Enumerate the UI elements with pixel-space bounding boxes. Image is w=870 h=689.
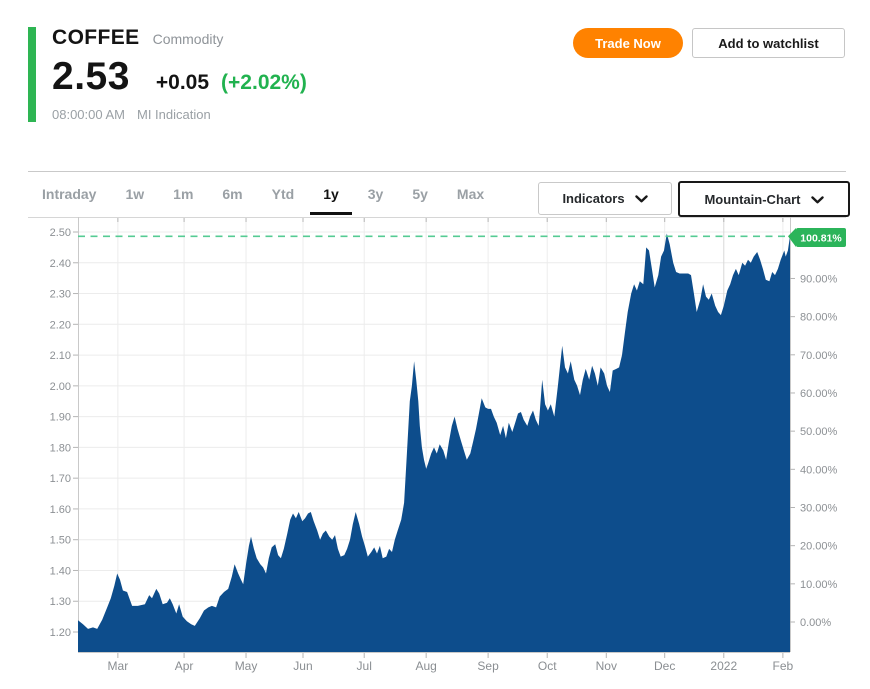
y-axis-right-label: 20.00% — [800, 541, 838, 553]
price-change-percent: (+2.02%) — [221, 71, 307, 95]
range-tab-5y[interactable]: 5y — [412, 186, 428, 202]
y-axis-left-label: 1.90 — [50, 412, 71, 424]
y-axis-right-label: 80.00% — [800, 312, 838, 324]
range-tab-ytd[interactable]: Ytd — [272, 186, 295, 202]
x-axis-label: Oct — [538, 659, 557, 673]
x-axis-label: Jul — [357, 659, 372, 673]
quote-header: COFFEE Commodity 2.53 +0.05 (+2.02%) 08:… — [52, 26, 307, 122]
y-axis-left-label: 1.60 — [50, 504, 71, 516]
x-axis-label: May — [235, 659, 258, 673]
y-axis-left-label: 2.40 — [50, 258, 71, 270]
y-axis-right-label: 60.00% — [800, 388, 838, 400]
chevron-down-icon — [635, 191, 648, 206]
y-axis-left-label: 1.20 — [50, 627, 71, 639]
indicators-dropdown-label: Indicators — [562, 191, 624, 206]
y-axis-right-label: 90.00% — [800, 273, 838, 285]
y-axis-left-label: 2.00 — [50, 381, 71, 393]
range-tab-1m[interactable]: 1m — [173, 186, 193, 202]
range-tab-1y[interactable]: 1y — [323, 186, 339, 202]
range-tab-6m[interactable]: 6m — [222, 186, 242, 202]
range-tab-max[interactable]: Max — [457, 186, 484, 202]
x-axis-label: Mar — [108, 659, 129, 673]
range-tabs: Intraday 1w 1m 6m Ytd 1y 3y 5y Max — [42, 181, 484, 207]
y-axis-left-label: 1.30 — [50, 596, 71, 608]
x-axis-label: Apr — [175, 659, 194, 673]
price-change: +0.05 — [156, 71, 209, 95]
y-axis-right-label: 10.00% — [800, 579, 838, 591]
y-axis-left-label: 2.20 — [50, 319, 71, 331]
indicators-dropdown[interactable]: Indicators — [538, 182, 672, 215]
y-axis-left-label: 1.40 — [50, 565, 71, 577]
accent-bar — [28, 27, 36, 122]
y-axis-right-label: 50.00% — [800, 426, 838, 438]
x-axis-label: Aug — [415, 659, 436, 673]
x-axis-label: Dec — [654, 659, 675, 673]
range-tab-1w[interactable]: 1w — [125, 186, 144, 202]
y-axis-right-label: 0.00% — [800, 617, 831, 629]
x-axis-label: Sep — [477, 659, 499, 673]
y-axis-left-label: 1.70 — [50, 473, 71, 485]
y-axis-right-label: 30.00% — [800, 502, 838, 514]
x-axis-label: Nov — [596, 659, 617, 673]
y-axis-left-label: 1.50 — [50, 535, 71, 547]
trade-now-button[interactable]: Trade Now — [573, 28, 683, 58]
last-price-badge-label: 100.81% — [800, 233, 842, 245]
x-axis-label: 2022 — [710, 659, 737, 673]
range-tab-3y[interactable]: 3y — [368, 186, 384, 202]
x-axis-label: Feb — [773, 659, 794, 673]
price-area-series — [78, 234, 790, 653]
price-source: MI Indication — [137, 107, 211, 122]
y-axis-left-label: 2.10 — [50, 350, 71, 362]
add-to-watchlist-button[interactable]: Add to watchlist — [692, 28, 845, 58]
price-value: 2.53 — [52, 57, 130, 96]
chevron-down-icon — [811, 192, 824, 207]
y-axis-right-label: 40.00% — [800, 464, 838, 476]
x-axis-label: Jun — [293, 659, 312, 673]
instrument-type: Commodity — [153, 31, 224, 47]
price-chart[interactable]: 2.50 2.40 2.30 2.20 2.10 2.00 1.90 1.80 1.70 1.60… — [0, 217, 870, 689]
y-axis-right-label: 70.00% — [800, 350, 838, 362]
y-axis-left-label: 2.30 — [50, 289, 71, 301]
y-axis-left-label: 1.80 — [50, 442, 71, 454]
chart-type-dropdown-label: Mountain-Chart — [704, 192, 800, 207]
y-axis-left-label: 2.50 — [50, 227, 71, 239]
chart-type-dropdown[interactable]: Mountain-Chart — [678, 181, 850, 217]
toolbar-divider — [28, 171, 846, 172]
range-tab-intraday[interactable]: Intraday — [42, 186, 96, 202]
symbol-title: COFFEE — [52, 26, 140, 50]
quote-timestamp: 08:00:00 AM — [52, 107, 125, 122]
